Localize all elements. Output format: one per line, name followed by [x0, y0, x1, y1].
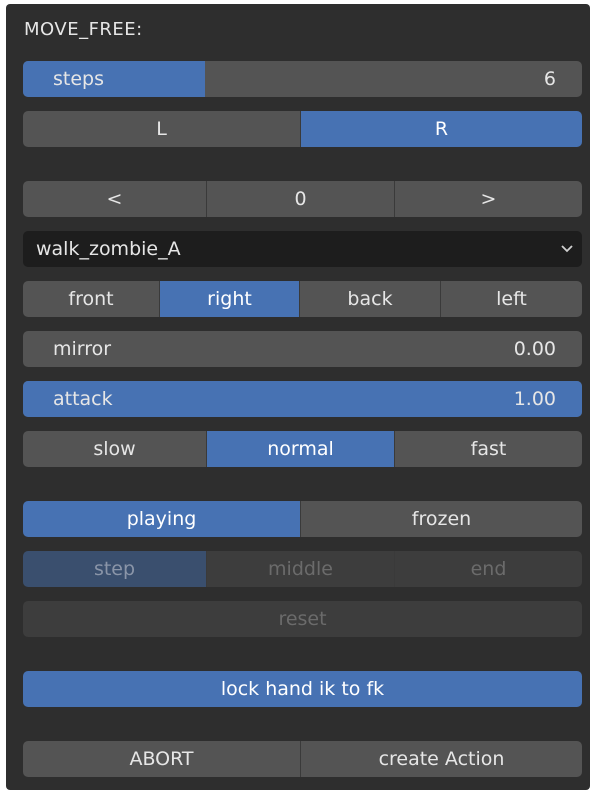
frame-end-button[interactable]: end: [395, 551, 582, 587]
steps-slider-fill: [23, 61, 205, 97]
playback-toggle: playing frozen: [23, 501, 582, 537]
frozen-button[interactable]: frozen: [301, 501, 582, 537]
steps-label: steps: [53, 68, 104, 90]
next-button[interactable]: >: [395, 181, 582, 217]
lock-hand-ik-button[interactable]: lock hand ik to fk: [23, 671, 582, 707]
action-select-value: walk_zombie_A: [36, 238, 181, 260]
speed-slow-button[interactable]: slow: [23, 431, 207, 467]
bottom-actions: ABORT create Action: [23, 741, 582, 777]
direction-toggle: front right back left: [23, 281, 582, 317]
frame-mode-toggle: step middle end: [23, 551, 582, 587]
speed-toggle: slow normal fast: [23, 431, 582, 467]
direction-back-button[interactable]: back: [300, 281, 441, 317]
create-action-button[interactable]: create Action: [301, 741, 582, 777]
prev-button[interactable]: <: [23, 181, 207, 217]
direction-right-button[interactable]: right: [160, 281, 300, 317]
mirror-slider[interactable]: mirror 0.00: [23, 331, 582, 367]
panel-title: MOVE_FREE:: [24, 19, 143, 40]
frame-step-button[interactable]: step: [23, 551, 207, 587]
playing-button[interactable]: playing: [23, 501, 301, 537]
attack-slider[interactable]: attack 1.00: [23, 381, 582, 417]
mirror-label: mirror: [53, 338, 112, 360]
direction-front-button[interactable]: front: [23, 281, 160, 317]
steps-slider[interactable]: steps 6: [23, 61, 582, 97]
speed-fast-button[interactable]: fast: [395, 431, 582, 467]
chevron-down-icon: [560, 242, 574, 256]
index-field[interactable]: 0: [207, 181, 395, 217]
direction-left-button[interactable]: left: [441, 281, 582, 317]
index-navigator: < 0 >: [23, 181, 582, 217]
frame-middle-button[interactable]: middle: [207, 551, 395, 587]
action-select[interactable]: walk_zombie_A: [23, 231, 582, 267]
speed-normal-button[interactable]: normal: [207, 431, 395, 467]
attack-value: 1.00: [513, 388, 556, 410]
reset-button[interactable]: reset: [23, 601, 582, 637]
mirror-value: 0.00: [513, 338, 556, 360]
attack-label: attack: [53, 388, 113, 410]
side-right-button[interactable]: R: [301, 111, 582, 147]
side-left-button[interactable]: L: [23, 111, 301, 147]
abort-button[interactable]: ABORT: [23, 741, 301, 777]
steps-value: 6: [543, 68, 556, 90]
side-toggle: L R: [23, 111, 582, 147]
